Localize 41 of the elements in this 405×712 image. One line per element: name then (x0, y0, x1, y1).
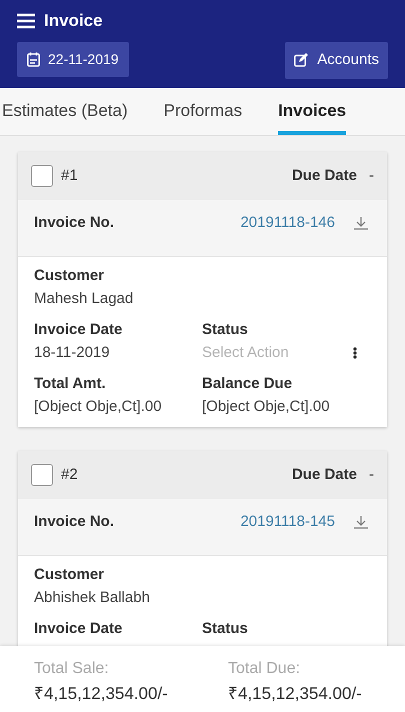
due-date-value: - (369, 166, 374, 186)
page-title: Invoice (44, 10, 103, 32)
field-value: [Object Obje,Ct].00 (34, 397, 163, 417)
invoice-no-link[interactable]: 20191118-146 (240, 212, 335, 234)
field-label: Status (202, 619, 249, 639)
field-label: Customer (34, 565, 106, 585)
total-sale-value: ₹4,15,12,354.00/- (34, 683, 169, 705)
due-date-label: Due Date (292, 166, 357, 186)
field-label: Invoice Date (34, 619, 124, 639)
field-label: Total Amt. (34, 374, 107, 394)
field-value: Mahesh Lagad (34, 289, 134, 309)
field-label: Balance Due (202, 374, 294, 394)
field-label: Status (202, 320, 249, 340)
field-value: [Object Obje,Ct].00 (202, 397, 331, 417)
invoice-no-link[interactable]: 20191118-145 (240, 510, 335, 534)
field-label: Customer (34, 266, 106, 286)
download-icon[interactable] (353, 514, 369, 530)
field-value: Abhishek Ballabh (34, 588, 151, 608)
download-icon[interactable] (353, 215, 369, 231)
total-due-label: Total Due: (228, 659, 302, 679)
field-label: Invoice Date (34, 320, 124, 340)
field-value: 18-11-2019 (34, 343, 111, 363)
tab[interactable]: Invoices (278, 88, 346, 135)
checkbox[interactable] (31, 464, 53, 486)
due-date-label: Due Date (292, 464, 357, 485)
tab[interactable]: Estimates (Beta) (2, 88, 128, 135)
calendar-icon (27, 52, 40, 66)
invoice-no-label: Invoice No. (34, 512, 114, 532)
date-button[interactable]: 22-11-2019 (17, 42, 129, 76)
edit-icon (294, 53, 310, 67)
more-icon[interactable] (353, 347, 357, 359)
due-date-value: - (369, 464, 374, 485)
invoice-number: #2 (61, 464, 78, 485)
total-due-value: ₹4,15,12,354.00/- (228, 683, 363, 705)
invoice-no-label: Invoice No. (34, 212, 114, 233)
menu-icon[interactable] (17, 12, 35, 29)
invoice-number: #1 (61, 166, 78, 186)
checkbox[interactable] (31, 165, 53, 187)
accounts-button[interactable]: Accounts (285, 42, 388, 78)
total-sale-label: Total Sale: (34, 659, 110, 679)
tab[interactable]: Proformas (164, 88, 242, 135)
